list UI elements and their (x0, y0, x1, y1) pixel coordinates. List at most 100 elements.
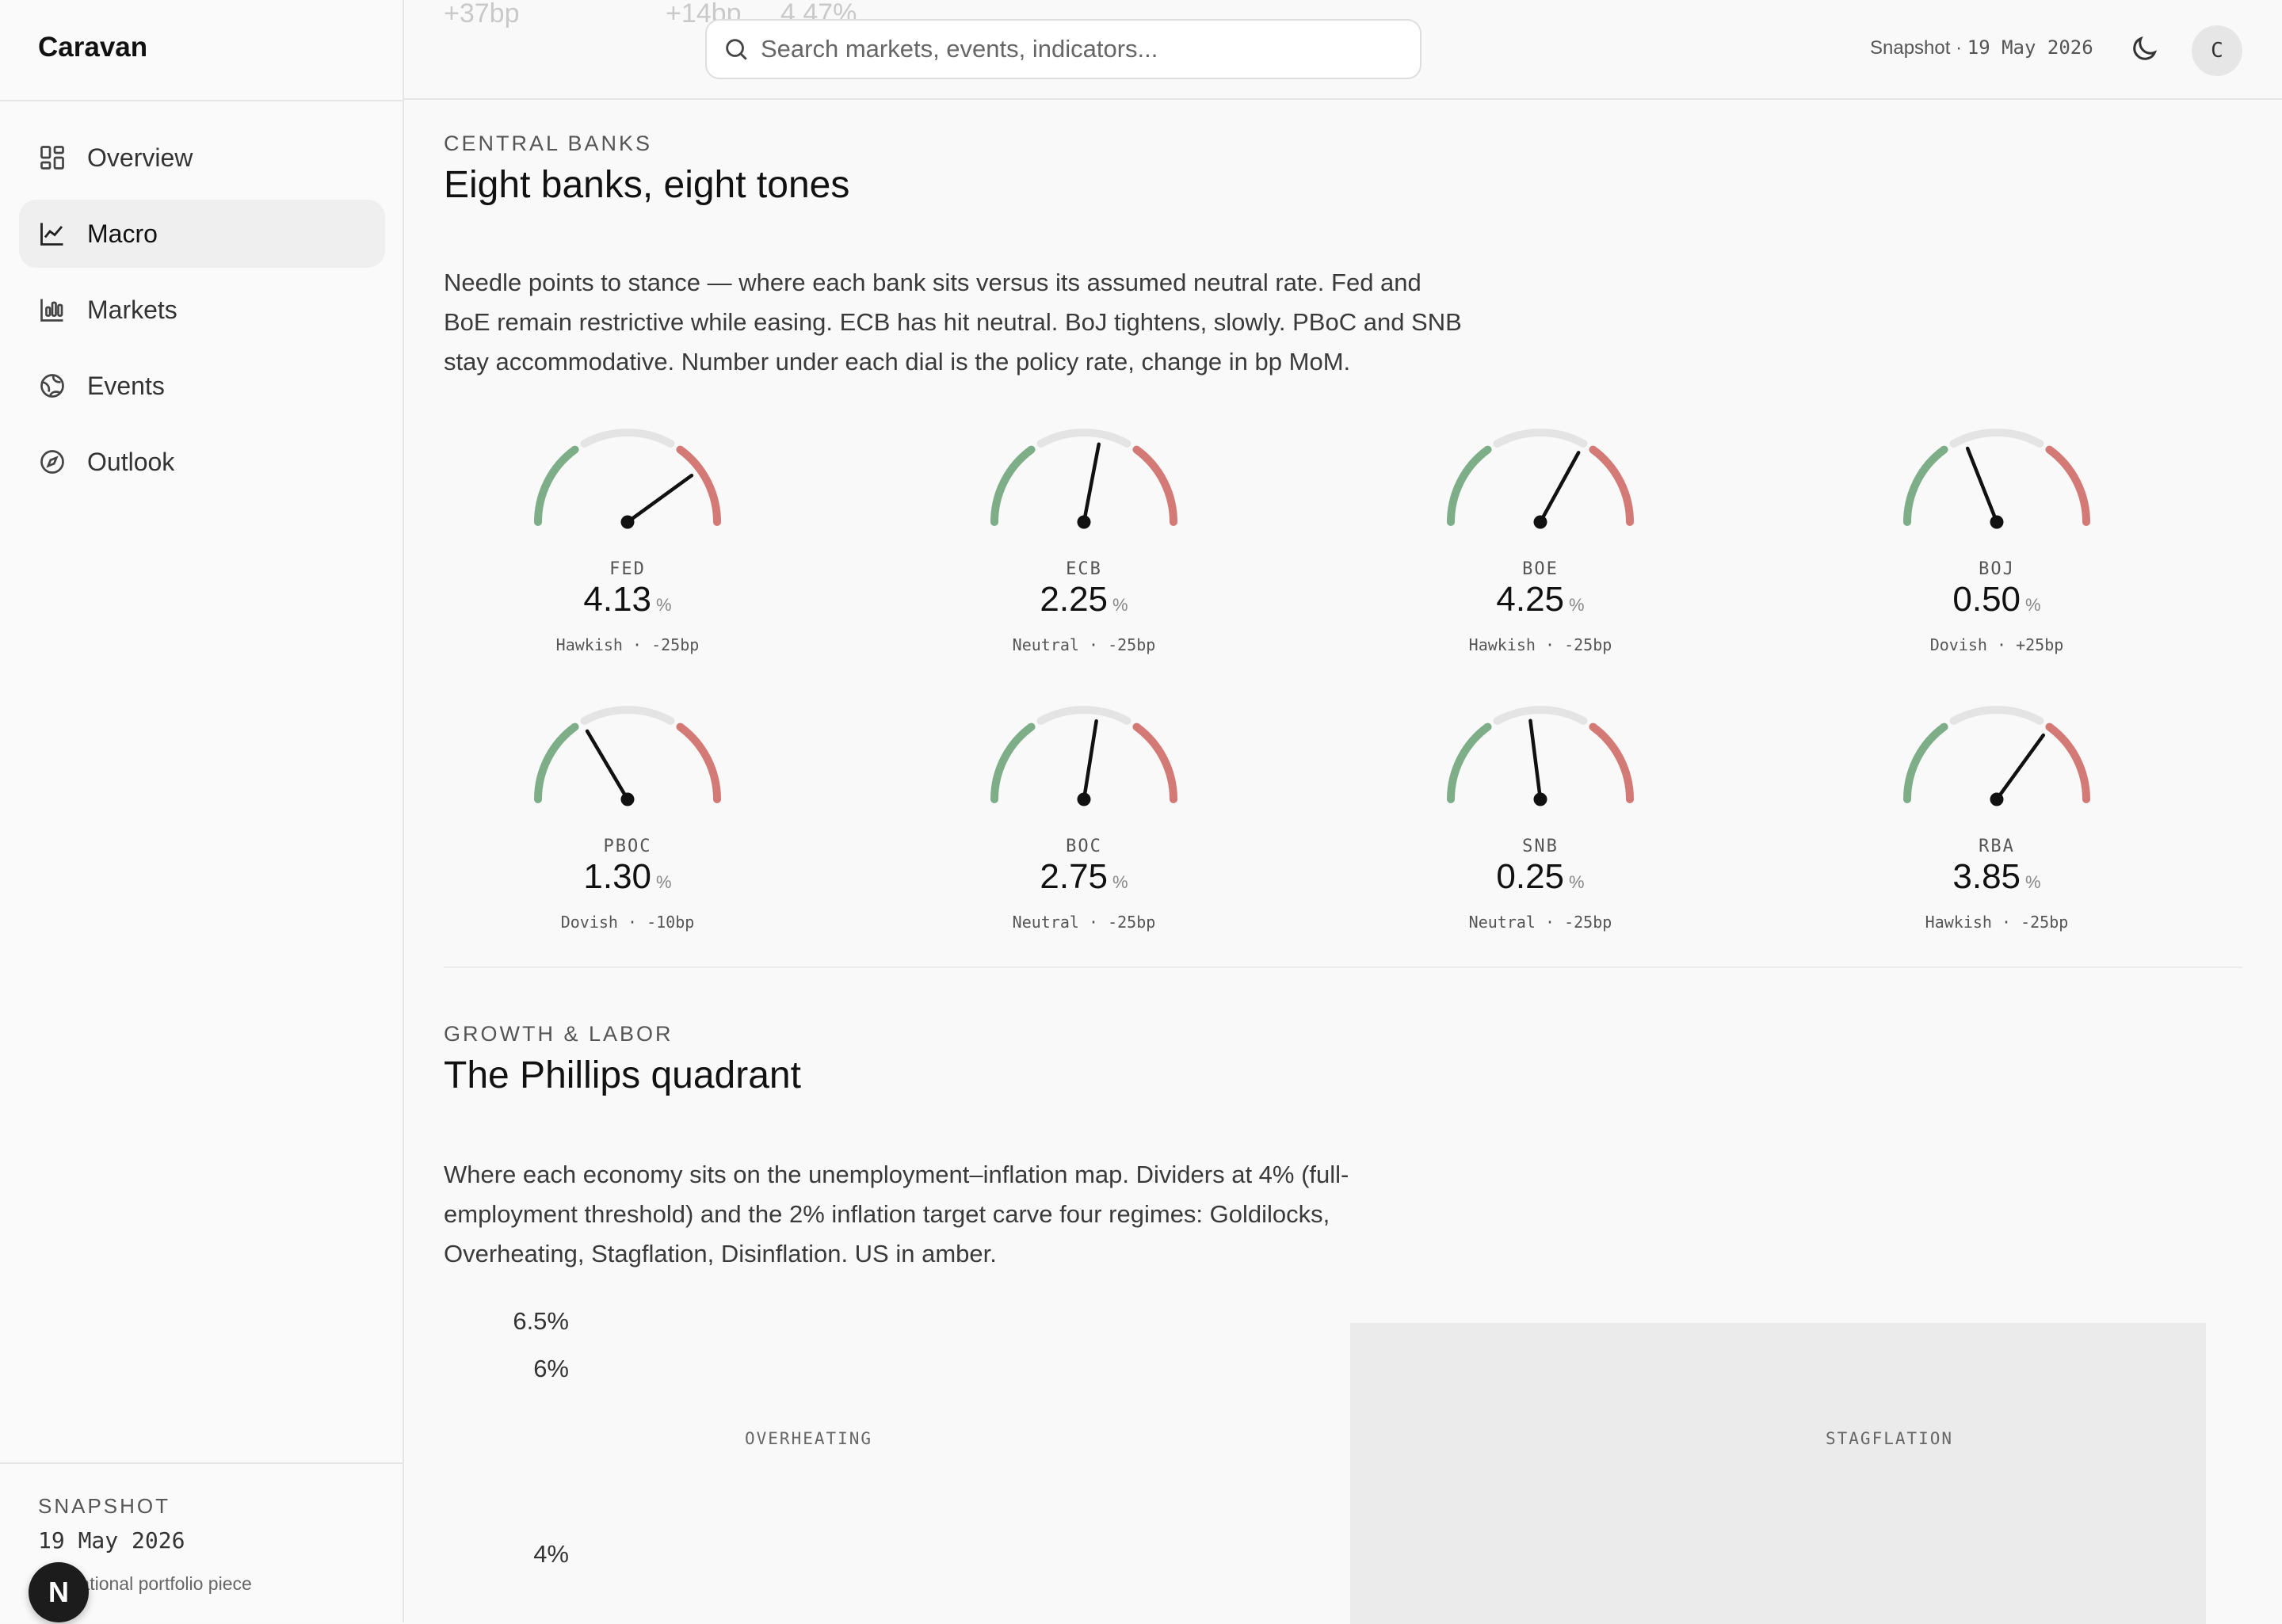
gauge-stance: Hawkish (555, 635, 623, 654)
gauge-dial (1447, 706, 1634, 806)
gauge-stance: Neutral (1012, 913, 1079, 932)
gauge-code: RBA (1979, 837, 2015, 856)
gauge-arc-neutral (580, 706, 675, 725)
gauge-stance: Hawkish (1925, 913, 1992, 932)
gauge-code: ECB (1066, 559, 1102, 579)
gauge-arc-neutral (1949, 429, 2044, 448)
grid-icon (40, 146, 64, 170)
gauge-arc-dovish (534, 722, 579, 803)
ghost-text: +37bp (444, 0, 520, 29)
gauge-arc-hawkish (676, 722, 721, 803)
snapshot-date: 19 May 2026 (38, 1527, 185, 1553)
sidebar-item-label: Macro (87, 219, 158, 248)
brand-logo[interactable]: Caravan (38, 32, 147, 63)
gauge-needle-hub (1533, 792, 1547, 806)
gauge-change: -25bp (1564, 635, 1612, 654)
sidebar: Caravan Overview Macro Markets Events Ou… (0, 0, 404, 1622)
gauge-dial (1903, 706, 2090, 806)
gauge-needle (1082, 719, 1098, 802)
section-description: Where each economy sits on the unemploym… (444, 1161, 1349, 1268)
sidebar-item-outlook[interactable]: Outlook (19, 428, 385, 496)
gauge-rate-value: 0.50 (1952, 580, 2021, 619)
gauge-stance: Neutral (1468, 913, 1536, 932)
gauge-code: PBOC (603, 837, 652, 856)
gauge-arc-neutral (580, 429, 675, 448)
quadrant-label-stagflation: STAGFLATION (1826, 1429, 1954, 1448)
gauge-change: -25bp (2021, 913, 2069, 932)
sidebar-item-label: Outlook (87, 447, 175, 476)
gauge-dial (990, 706, 1177, 806)
snapshot-date: 19 May 2026 (1967, 36, 2093, 59)
gauge-footer: Hawkish · -25bp (1468, 635, 1612, 654)
gauge-arc-dovish (1447, 722, 1492, 803)
gauge-rba: RBA 3.85% Hawkish · -25bp (1878, 700, 2116, 938)
sidebar-item-overview[interactable]: Overview (19, 124, 385, 192)
search-box[interactable] (705, 19, 1421, 79)
gauge-change: -10bp (647, 913, 695, 932)
gauge-rate-value: 3.85 (1952, 857, 2021, 896)
gauge-arc-hawkish (1132, 445, 1177, 526)
gauge-arc-hawkish (2045, 722, 2090, 803)
section-eyebrow: CENTRAL BANKS (444, 132, 653, 155)
gauge-arc-neutral (1036, 706, 1131, 725)
gauge-change: +25bp (2016, 635, 2064, 654)
gauge-needle (1994, 733, 2046, 802)
gauge-rate-unit: % (1112, 872, 1128, 892)
gauge-needle (1082, 442, 1101, 524)
moon-icon[interactable] (2128, 33, 2160, 65)
gauge-needle (625, 473, 694, 524)
search-input[interactable] (759, 34, 1412, 64)
gauge-rate: 2.75% (965, 857, 1203, 897)
snapshot-indicator: Snapshot · 19 May 2026 (1870, 36, 2093, 59)
sidebar-item-label: Overview (87, 143, 193, 172)
gauge-stance: Dovish (1929, 635, 1987, 654)
gauge-dial (1903, 429, 2090, 529)
gauge-arc-hawkish (676, 445, 721, 526)
gauge-rate-unit: % (656, 872, 672, 892)
gauge-ecb: ECB 2.25% Neutral · -25bp (965, 423, 1203, 661)
y-tick-label: 4% (533, 1540, 569, 1568)
gauge-stance: Neutral (1012, 635, 1079, 654)
avatar[interactable]: C (2192, 25, 2242, 76)
gauge-code: BOC (1066, 837, 1102, 856)
section-eyebrow: GROWTH & LABOR (444, 1022, 674, 1046)
search-icon (726, 39, 747, 60)
sidebar-item-markets[interactable]: Markets (19, 276, 385, 344)
gauge-needle-hub (1077, 792, 1091, 806)
gauge-rate-value: 1.30 (583, 857, 652, 896)
gauge-needle (1538, 451, 1581, 524)
sidebar-item-macro[interactable]: Macro (19, 200, 385, 268)
gauge-code: BOJ (1979, 559, 2015, 579)
compass-icon (40, 450, 64, 474)
sidebar-nav: Overview Macro Markets Events Outlook (19, 124, 385, 504)
gauge-needle (585, 729, 630, 802)
section-description: Needle points to stance — where each ban… (444, 269, 1462, 376)
gauge-arc-dovish (534, 445, 579, 526)
gauge-rate-unit: % (2025, 595, 2041, 615)
gauge-footer: Hawkish · -25bp (1925, 913, 2069, 932)
sidebar-divider (0, 100, 403, 101)
sidebar-item-events[interactable]: Events (19, 352, 385, 420)
gauge-arc-neutral (1036, 429, 1131, 448)
y-tick-label: 6% (533, 1355, 569, 1382)
gauge-dial (990, 429, 1177, 529)
gauge-change: -25bp (1108, 635, 1156, 654)
gauge-boc: BOC 2.75% Neutral · -25bp (965, 700, 1203, 938)
gauge-arc-neutral (1493, 429, 1588, 448)
gauge-footer: Neutral · -25bp (1012, 913, 1156, 932)
dev-badge-icon[interactable]: N (29, 1562, 89, 1622)
gauge-rate-value: 2.75 (1040, 857, 1109, 896)
gauge-arc-hawkish (2045, 445, 2090, 526)
gauge-arc-dovish (990, 445, 1036, 526)
gauge-rate: 3.85% (1878, 857, 2116, 897)
gauge-rate-unit: % (1569, 872, 1585, 892)
gauge-rate-value: 2.25 (1040, 580, 1109, 619)
gauge-rate-unit: % (1569, 595, 1585, 615)
gauge-change: -25bp (1564, 913, 1612, 932)
gauge-change: -25bp (1108, 913, 1156, 932)
bar-chart-icon (40, 299, 63, 322)
gauge-rate-value: 4.25 (1496, 580, 1565, 619)
gauge-arc-hawkish (1132, 722, 1177, 803)
gauge-arc-dovish (1447, 445, 1492, 526)
stagflation-region (1350, 1323, 2206, 1624)
